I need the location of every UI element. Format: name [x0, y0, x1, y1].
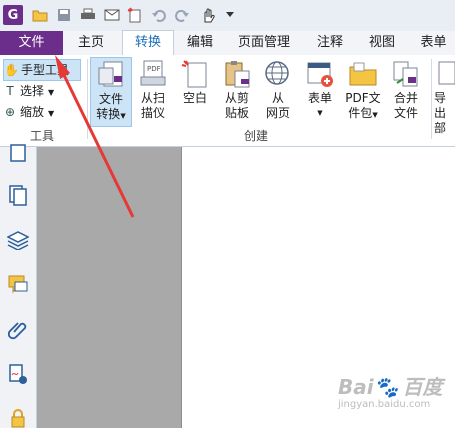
watermark-url: jingyan.baidu.com: [338, 399, 431, 410]
watermark-text-bai: Bai: [338, 375, 374, 399]
annotation-arrow: [55, 55, 135, 218]
watermark-text-brand: 百度: [402, 375, 443, 399]
paw-icon: 🐾: [373, 375, 399, 399]
baidu-watermark: Bai🐾 百度 jingyan.baidu.com: [338, 376, 450, 420]
